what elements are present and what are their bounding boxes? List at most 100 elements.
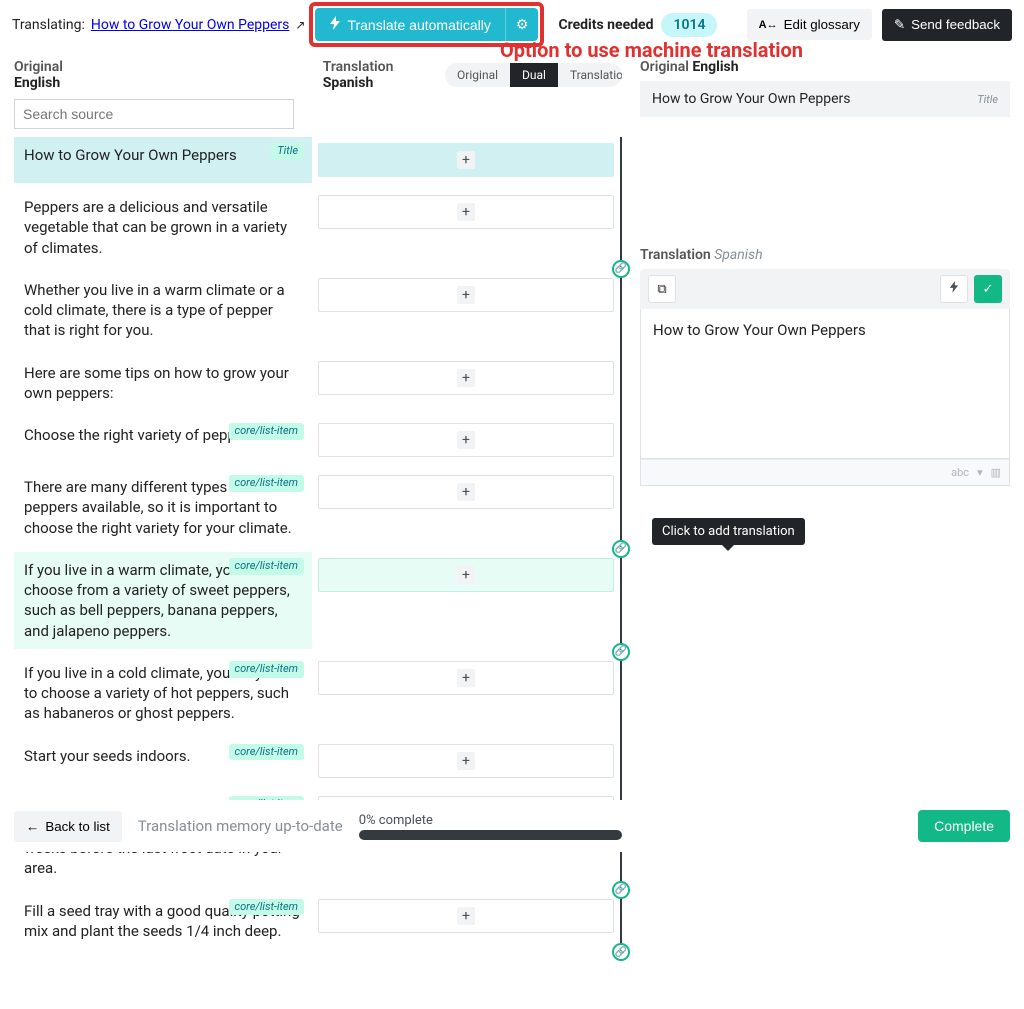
target-cell[interactable]: + bbox=[312, 417, 620, 463]
add-translation-box[interactable]: + bbox=[318, 475, 614, 509]
segment-row[interactable]: Here are some tips on how to grow your o… bbox=[14, 355, 620, 412]
toggle-dual[interactable]: Dual bbox=[510, 63, 558, 87]
translate-automatically-button[interactable]: Translate automatically ⚙ bbox=[315, 8, 538, 41]
original-header: Original English bbox=[14, 59, 103, 91]
source-text: Choose the right variety of pepper.core/… bbox=[14, 417, 312, 463]
segment-tag-badge: core/list-item bbox=[229, 475, 304, 492]
plus-icon: + bbox=[457, 566, 475, 584]
translate-automatically-label: Translate automatically bbox=[347, 17, 490, 33]
source-text: Fill a seed tray with a good quality pot… bbox=[14, 893, 312, 950]
right-original-value: How to Grow Your Own Peppers bbox=[652, 91, 851, 107]
segment-row[interactable]: Whether you live in a warm climate or a … bbox=[14, 272, 620, 349]
source-text: If you live in a cold climate, you may w… bbox=[14, 655, 312, 732]
segment-row[interactable]: There are many different types of pepper… bbox=[14, 469, 620, 546]
back-to-list-label: Back to list bbox=[45, 819, 109, 834]
link-icon[interactable]: 🔗 bbox=[612, 943, 630, 961]
source-text: Whether you live in a warm climate or a … bbox=[14, 272, 312, 349]
segment-tag-badge: core/list-item bbox=[229, 558, 304, 575]
plus-icon: + bbox=[457, 907, 475, 925]
document-title-link[interactable]: How to Grow Your Own Peppers bbox=[91, 17, 290, 33]
segment-row[interactable]: Start your seeds indoors.core/list-item + bbox=[14, 738, 620, 784]
bolt-icon bbox=[949, 281, 959, 297]
target-cell[interactable]: + bbox=[312, 137, 620, 183]
progress-bar bbox=[359, 830, 623, 840]
add-translation-box[interactable]: + bbox=[318, 899, 614, 933]
layout-icon: ▥ bbox=[991, 466, 1001, 479]
add-translation-box[interactable]: + bbox=[318, 661, 614, 695]
segment-row[interactable]: Choose the right variety of pepper.core/… bbox=[14, 417, 620, 463]
add-translation-box[interactable]: + bbox=[318, 361, 614, 395]
segment-tag-badge: Title bbox=[271, 143, 304, 160]
gear-icon: ⚙ bbox=[516, 16, 529, 32]
toggle-original[interactable]: Original bbox=[445, 63, 510, 87]
view-toggle: Original Dual Translation bbox=[445, 63, 622, 87]
target-cell[interactable]: + bbox=[312, 272, 620, 349]
glossary-icon: A↔ bbox=[759, 19, 778, 31]
abc-indicator: abc bbox=[951, 466, 969, 479]
segment-row[interactable]: If you live in a cold climate, you may w… bbox=[14, 655, 620, 732]
back-to-list-button[interactable]: ← Back to list bbox=[14, 811, 122, 842]
credits-label: Credits needed bbox=[558, 17, 653, 33]
segment-tag-badge: core/list-item bbox=[229, 661, 304, 678]
target-cell[interactable]: + bbox=[312, 893, 620, 950]
link-icon[interactable]: 🔗 bbox=[612, 540, 630, 558]
segment-row[interactable]: Fill a seed tray with a good quality pot… bbox=[14, 893, 620, 950]
arrow-left-icon: ← bbox=[26, 819, 39, 834]
pencil-icon: ✎ bbox=[894, 17, 905, 33]
translate-settings-button[interactable]: ⚙ bbox=[505, 8, 539, 41]
translation-header: Translation Spanish bbox=[323, 59, 435, 91]
plus-icon: + bbox=[457, 752, 475, 770]
target-cell[interactable]: + bbox=[312, 469, 620, 546]
right-original-text: How to Grow Your Own Peppers Title bbox=[640, 81, 1010, 117]
target-cell[interactable]: + bbox=[312, 189, 620, 266]
copy-source-button[interactable]: ⧉ bbox=[648, 275, 676, 303]
plus-icon: + bbox=[457, 369, 475, 387]
progress-indicator: 0% complete bbox=[359, 813, 623, 840]
add-translation-box[interactable]: + bbox=[318, 195, 614, 229]
plus-icon: + bbox=[457, 669, 475, 687]
segment-row[interactable]: How to Grow Your Own PeppersTitle+ bbox=[14, 137, 620, 183]
copy-icon: ⧉ bbox=[657, 282, 666, 297]
plus-icon: + bbox=[457, 203, 475, 221]
complete-button[interactable]: Complete bbox=[918, 810, 1010, 842]
check-icon: ✓ bbox=[983, 282, 994, 297]
search-input[interactable] bbox=[14, 99, 294, 129]
toggle-translation[interactable]: Translation bbox=[558, 63, 622, 87]
edit-glossary-label: Edit glossary bbox=[784, 17, 860, 32]
segment-tag-badge: core/list-item bbox=[229, 744, 304, 761]
source-text: If you live in a warm climate, you can c… bbox=[14, 552, 312, 649]
send-feedback-button[interactable]: ✎ Send feedback bbox=[882, 9, 1012, 41]
translation-input[interactable]: How to Grow Your Own Peppers bbox=[640, 309, 1010, 459]
right-original-header: Original English bbox=[640, 49, 1010, 81]
add-translation-tooltip: Click to add translation bbox=[652, 518, 805, 545]
target-cell[interactable]: + bbox=[312, 738, 620, 784]
add-translation-box[interactable]: + bbox=[318, 423, 614, 457]
source-text: Here are some tips on how to grow your o… bbox=[14, 355, 312, 412]
segment-row[interactable]: Peppers are a delicious and versatile ve… bbox=[14, 189, 620, 266]
right-title-badge: Title bbox=[977, 93, 998, 106]
target-cell[interactable]: + bbox=[312, 655, 620, 732]
target-cell[interactable]: + bbox=[312, 355, 620, 412]
translation-footer: abc ▾ ▥ bbox=[640, 459, 1010, 486]
link-icon[interactable]: 🔗 bbox=[612, 881, 630, 899]
chevron-down-icon: ▾ bbox=[977, 466, 983, 479]
credits-value-badge: 1014 bbox=[661, 13, 717, 37]
add-translation-box[interactable]: + bbox=[318, 558, 614, 592]
link-icon[interactable]: 🔗 bbox=[612, 643, 630, 661]
translation-memory-status: Translation memory up-to-date bbox=[138, 817, 343, 835]
machine-translate-button[interactable] bbox=[940, 275, 968, 303]
segment-row[interactable]: If you live in a warm climate, you can c… bbox=[14, 552, 620, 649]
segment-tag-badge: core/list-item bbox=[229, 423, 304, 440]
target-cell[interactable]: +Click to add translation bbox=[312, 552, 620, 649]
add-translation-box[interactable]: + bbox=[318, 744, 614, 778]
progress-label: 0% complete bbox=[359, 813, 623, 828]
confirm-translation-button[interactable]: ✓ bbox=[974, 275, 1002, 303]
source-text: Start your seeds indoors.core/list-item bbox=[14, 738, 312, 784]
link-icon[interactable]: 🔗 bbox=[612, 260, 630, 278]
add-translation-box[interactable]: + bbox=[318, 278, 614, 312]
send-feedback-label: Send feedback bbox=[911, 17, 1000, 32]
translating-label: Translating: bbox=[12, 17, 85, 33]
add-translation-box[interactable]: + bbox=[318, 143, 614, 177]
edit-glossary-button[interactable]: A↔ Edit glossary bbox=[747, 9, 872, 40]
source-text: There are many different types of pepper… bbox=[14, 469, 312, 546]
